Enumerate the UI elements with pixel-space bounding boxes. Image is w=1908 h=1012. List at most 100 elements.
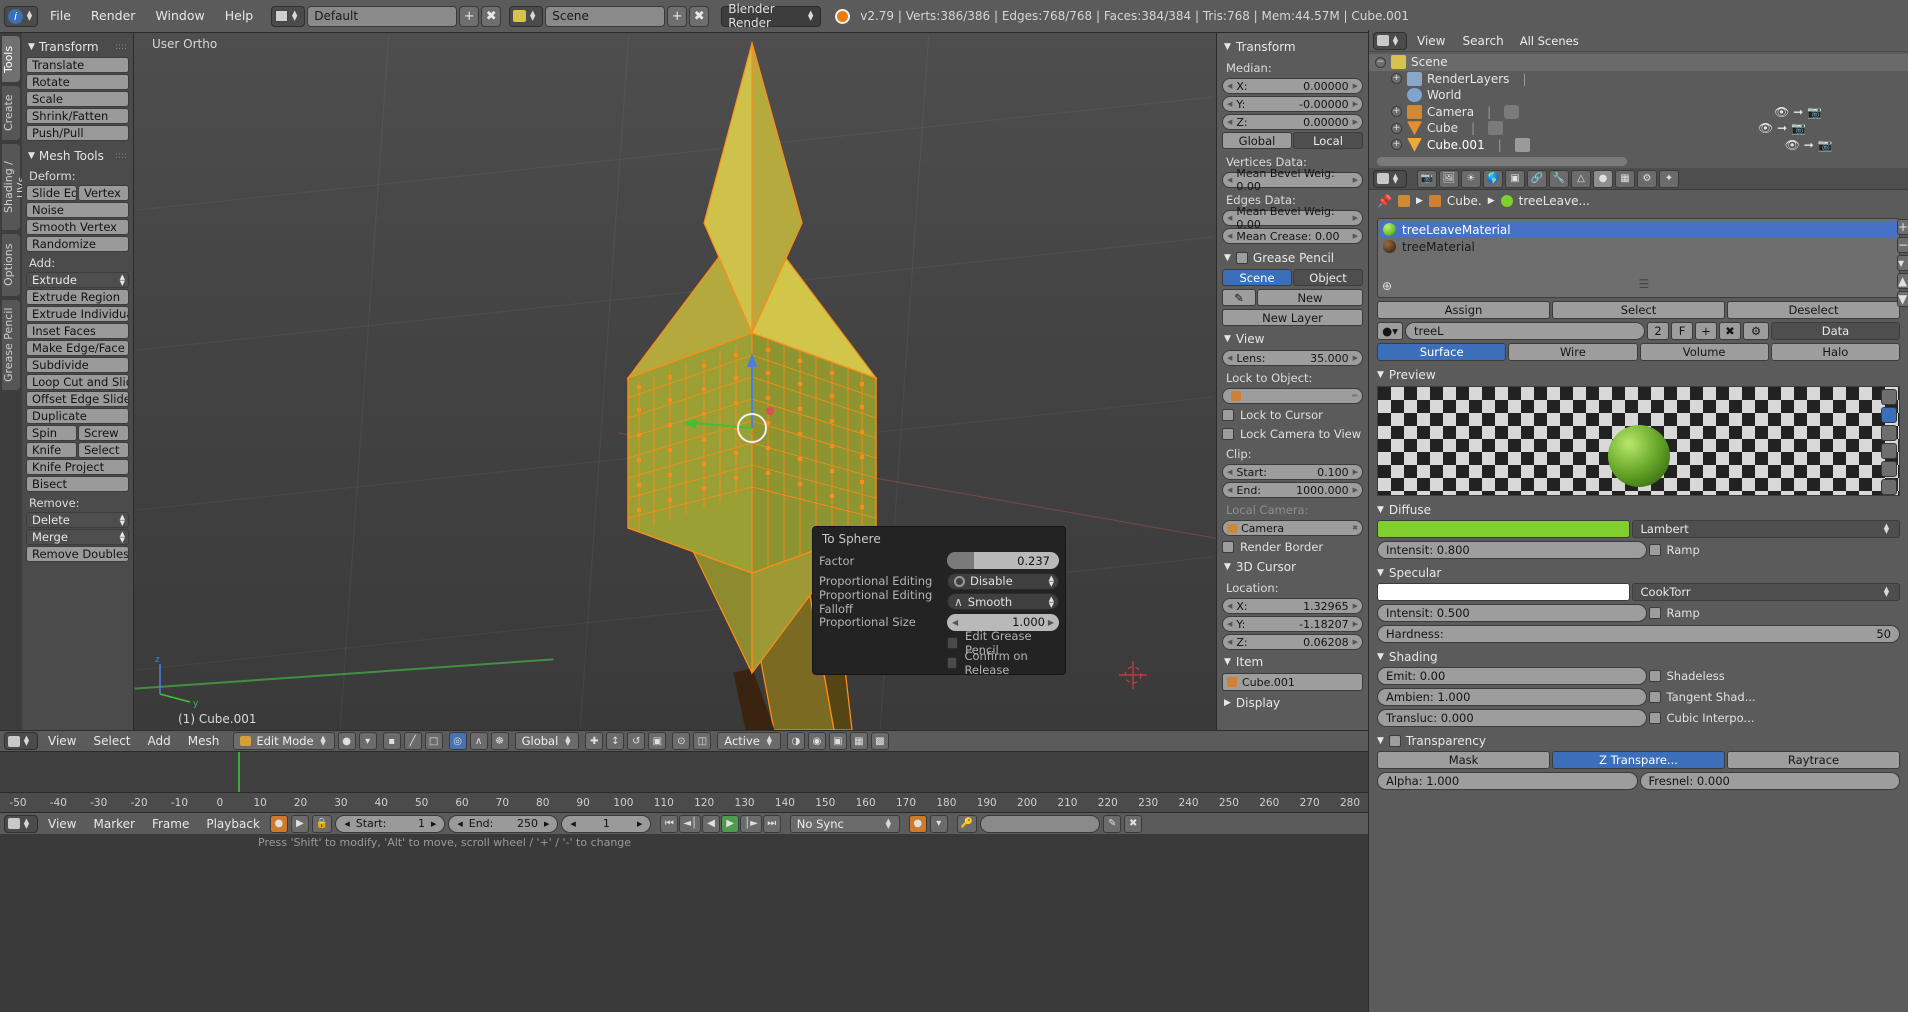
local-camera-field[interactable]: Camera ✖ — [1222, 520, 1363, 536]
fresnel-slider[interactable]: Fresnel: 0.000 — [1639, 772, 1900, 790]
gp-brush-icon[interactable]: ✎ — [1222, 289, 1256, 306]
chevron-right-icon[interactable]: ▶ — [1353, 232, 1358, 240]
menu-file[interactable]: File — [40, 5, 81, 27]
deselect-button[interactable]: Deselect — [1727, 301, 1900, 319]
specular-ramp-checkbox[interactable] — [1648, 607, 1661, 619]
raytrace-button[interactable]: Raytrace — [1727, 751, 1900, 769]
outliner-row-renderlayers[interactable]: + RenderLayers | — [1369, 71, 1908, 88]
tab-modifiers[interactable]: 🔧 — [1549, 169, 1569, 188]
slide-edge-button[interactable]: Slide Ed — [26, 185, 77, 201]
subdivide-button[interactable]: Subdivide — [26, 357, 129, 373]
clip-end-field[interactable]: ◀ End: 1000.000 ▶ — [1222, 482, 1363, 498]
next-keyframe-button[interactable]: │► — [740, 814, 762, 833]
chevron-right-icon[interactable]: ▶ — [1353, 602, 1358, 610]
expand-icon[interactable]: + — [1391, 122, 1402, 134]
outliner-row-cube-001[interactable]: + Cube.001 | 👁 ➞ 📷 — [1369, 137, 1908, 154]
gp-tab-object[interactable]: Object — [1293, 269, 1363, 286]
keying-popover-button[interactable]: ▾ — [929, 814, 948, 833]
unlink-material-button[interactable]: ✖ — [1719, 322, 1741, 340]
previous-keyframe-button[interactable]: ◄│ — [679, 814, 702, 833]
edge-select-mode-button[interactable]: ╱ — [403, 732, 422, 750]
expand-icon[interactable]: + — [1391, 106, 1402, 118]
delete-scene-button[interactable]: ✖ — [689, 5, 710, 27]
ambient-slider[interactable]: Ambien: 1.000 — [1377, 688, 1647, 706]
start-frame-field[interactable]: ◀ Start: 1 ▶ — [335, 814, 446, 833]
chevron-right-icon[interactable]: ▶ — [431, 820, 436, 828]
manipulator-rotate-button[interactable]: ↺ — [627, 732, 646, 750]
cubic-interpolation-checkbox[interactable] — [1648, 712, 1661, 724]
chevron-right-icon[interactable]: ▶ — [1353, 118, 1358, 126]
proportional-falloff-dropdown[interactable]: ∧ Smooth ▲ ▼ — [947, 593, 1059, 610]
viewport-menu-mesh[interactable]: Mesh — [181, 734, 227, 748]
record-button[interactable]: ● — [908, 814, 927, 833]
chevron-left-icon[interactable]: ◀ — [1227, 118, 1232, 126]
transform-section-header[interactable]: ▼ Transform — [1222, 37, 1363, 58]
tab-object[interactable]: ▣ — [1505, 169, 1525, 188]
specular-shader-dropdown[interactable]: CookTorr ▲ ▼ — [1631, 583, 1900, 601]
lens-field[interactable]: ◀ Lens: 35.000 ▶ — [1222, 350, 1363, 366]
volume-type-button[interactable]: Volume — [1639, 343, 1769, 361]
viewport-menu-add[interactable]: Add — [141, 734, 178, 748]
tab-data[interactable]: △ — [1571, 169, 1591, 188]
cursor-y-field[interactable]: ◀ Y: -1.18207 ▶ — [1222, 616, 1363, 632]
tab-constraints[interactable]: 🔗 — [1527, 169, 1547, 188]
chevron-left-icon[interactable]: ◀ — [1227, 468, 1232, 476]
confirm-on-release-checkbox[interactable] — [947, 656, 958, 669]
editor-type-selector-timeline[interactable]: ▲ ▼ — [4, 814, 38, 833]
chevron-right-icon[interactable]: ▶ — [1353, 638, 1358, 646]
add-layout-button[interactable]: + — [459, 5, 480, 27]
pin-icon[interactable]: 📌 — [1377, 194, 1392, 208]
clip-start-field[interactable]: ◀ Start: 0.100 ▶ — [1222, 464, 1363, 480]
global-space-button[interactable]: Global — [1222, 132, 1292, 149]
local-space-button[interactable]: Local — [1293, 132, 1363, 149]
extrude-individual-button[interactable]: Extrude Individual — [26, 306, 129, 322]
editor-type-selector-info[interactable]: i ▲ ▼ — [4, 5, 38, 27]
view-section-header[interactable]: ▼ View — [1222, 329, 1363, 350]
fake-user-button[interactable]: F — [1671, 322, 1693, 340]
preview-hair-button[interactable] — [1881, 461, 1897, 477]
mesh-tools-panel-header[interactable]: ▼ Mesh Tools :::: — [26, 146, 129, 166]
chevron-left-icon[interactable]: ◀ — [1227, 638, 1232, 646]
layer-grid-button[interactable]: ▩ — [870, 732, 889, 750]
manipulator-translate-button[interactable]: ↕ — [606, 732, 625, 750]
sidebar-item-tools[interactable]: Tools — [2, 36, 20, 82]
confirm-on-release-row[interactable]: Confirm on Release — [819, 649, 1059, 677]
diffuse-intensity-slider[interactable]: Intensit: 0.800 — [1377, 541, 1647, 559]
limit-selection-button[interactable]: ◫ — [693, 732, 712, 750]
timeline-menu-frame[interactable]: Frame — [145, 817, 196, 831]
chevron-left-icon[interactable]: ◀ — [1227, 354, 1232, 362]
merge-dropdown[interactable]: Merge ▲ ▼ — [26, 529, 129, 545]
move-slot-down-button[interactable]: ▼ — [1897, 291, 1908, 307]
play-reverse-button[interactable]: ◀ — [702, 814, 721, 833]
scene-name-field[interactable]: Scene — [545, 5, 666, 27]
auto-keyframe-button[interactable]: ● — [269, 814, 288, 833]
shadeless-row[interactable]: Shadeless — [1648, 669, 1901, 683]
remove-doubles-button[interactable]: Remove Doubles — [26, 546, 129, 562]
timeline-menu-view[interactable]: View — [41, 817, 83, 831]
material-slot-list[interactable]: treeLeaveMaterial treeMaterial ⊕ ☰ + − ▾… — [1377, 218, 1908, 307]
outliner-menu-view[interactable]: View — [1410, 34, 1452, 48]
end-frame-field[interactable]: ◀ End: 250 ▶ — [448, 814, 559, 833]
translate-button[interactable]: Translate — [26, 57, 129, 73]
specular-intensity-slider[interactable]: Intensit: 0.500 — [1377, 604, 1647, 622]
outliner-editor[interactable]: ▲ ▼ View Search All Scenes − Scene + Rend… — [1368, 30, 1908, 168]
z-transparency-button[interactable]: Z Transpare... — [1552, 751, 1725, 769]
chevron-left-icon[interactable]: ◀ — [1227, 620, 1232, 628]
sidebar-item-options[interactable]: Options — [2, 234, 20, 296]
tab-texture[interactable]: ▦ — [1615, 169, 1635, 188]
cursor-z-field[interactable]: ◀ Z: 0.06208 ▶ — [1222, 634, 1363, 650]
slot-specials-button[interactable]: ▾ — [1897, 255, 1908, 271]
outliner-row-scene[interactable]: − Scene — [1369, 54, 1908, 71]
chevron-right-icon[interactable]: ▶ — [1353, 468, 1358, 476]
chevron-left-icon[interactable]: ◀ — [1227, 100, 1232, 108]
screen-layout-field[interactable]: Default — [307, 5, 458, 27]
mask-button[interactable]: Mask — [1377, 751, 1550, 769]
viewport-menu-select[interactable]: Select — [86, 734, 137, 748]
item-name-field[interactable]: Cube.001 — [1222, 673, 1363, 691]
wire-type-button[interactable]: Wire — [1508, 343, 1638, 361]
shrink-fatten-button[interactable]: Shrink/Fatten — [26, 108, 129, 124]
material-users-count[interactable]: 2 — [1647, 322, 1669, 340]
chevron-left-icon[interactable]: ◀ — [1227, 486, 1232, 494]
chevron-right-icon[interactable]: ▶ — [637, 820, 642, 828]
median-x-field[interactable]: ◀ X: 0.00000 ▶ — [1222, 78, 1363, 94]
